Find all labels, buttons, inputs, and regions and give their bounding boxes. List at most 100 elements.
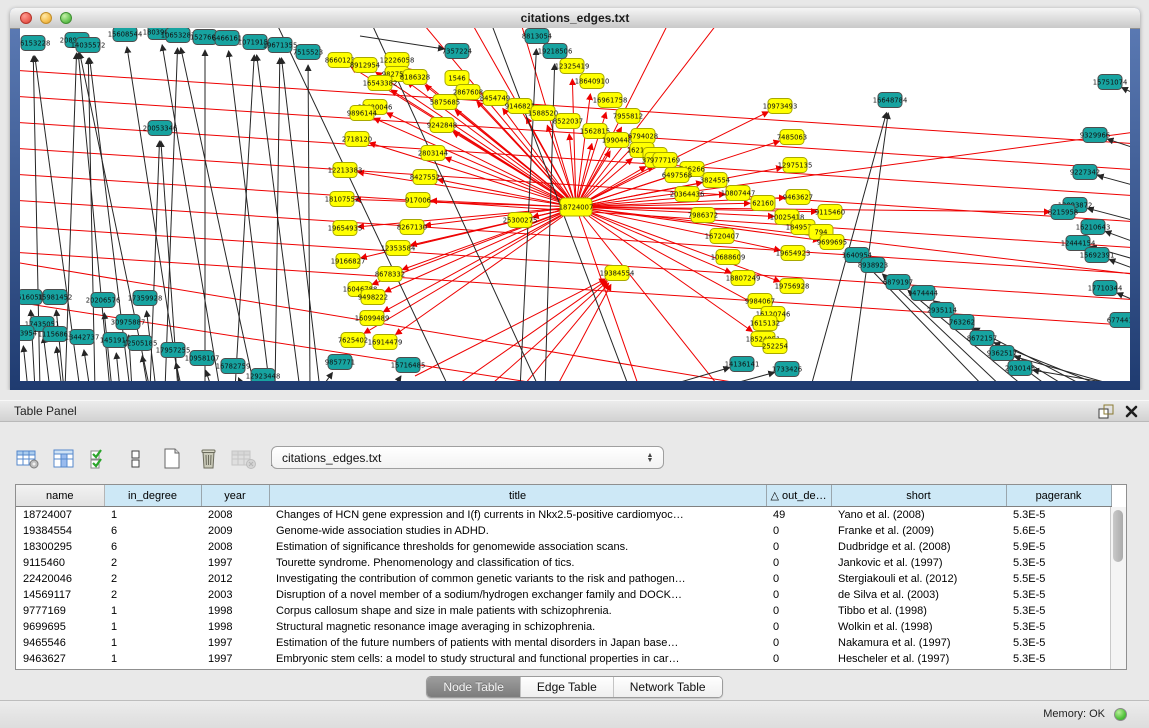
table-settings-icon[interactable] (14, 446, 41, 472)
tab-network-table[interactable]: Network Table (613, 677, 722, 697)
graph-node[interactable]: 30975887 (111, 315, 146, 330)
graph-node[interactable]: 8215958 (1048, 205, 1078, 220)
panel-splitter[interactable] (0, 390, 1149, 400)
graph-node[interactable]: 16720407 (705, 229, 740, 244)
graph-node[interactable]: 16543382 (363, 76, 398, 91)
table-row[interactable]: 946554611997Estimation of the future num… (16, 635, 1111, 651)
graph-node[interactable]: 13442737 (65, 330, 100, 345)
graph-node[interactable]: 9699695 (817, 235, 847, 250)
graph-node[interactable]: 7515523 (293, 45, 323, 60)
graph-node[interactable]: 1733426 (772, 362, 802, 377)
graph-node[interactable]: 18640910 (575, 74, 610, 89)
table-row[interactable]: 911546021997Tourette syndrome. Phenomeno… (16, 555, 1111, 571)
graph-node[interactable]: 8427552 (410, 170, 440, 185)
graph-node[interactable]: 7625402 (338, 333, 368, 348)
graph-node[interactable]: 19218506 (538, 44, 573, 59)
graph-node[interactable]: 16210643 (1076, 220, 1111, 235)
graph-node[interactable]: 2803144 (418, 146, 448, 161)
network-canvas[interactable]: 8660123891295412226058982750381863281654… (20, 28, 1130, 381)
graph-node[interactable]: 16153228 (20, 36, 50, 51)
graph-node[interactable]: 17359928 (128, 291, 163, 306)
graph-node[interactable]: 18724007 (559, 198, 594, 216)
graph-node[interactable]: 20364436 (670, 187, 705, 202)
graph-node[interactable]: 10973493 (763, 99, 798, 114)
graph-node[interactable]: 25300275 (503, 213, 538, 228)
graph-node[interactable]: 12505185 (123, 336, 158, 351)
graph-node[interactable]: 9115460 (815, 205, 845, 220)
graph-node[interactable]: 9242848 (427, 118, 457, 133)
rows-icon[interactable] (122, 446, 149, 472)
graph-node[interactable]: 10688609 (711, 250, 746, 265)
column-header-name[interactable]: name (16, 485, 104, 507)
graph-node[interactable]: 12975135 (778, 158, 813, 173)
graph-node[interactable]: 9329966 (1080, 128, 1110, 143)
graph-node[interactable]: 7485063 (777, 130, 807, 145)
graph-node[interactable]: 8912954 (350, 58, 380, 73)
graph-node[interactable]: 9362517 (987, 346, 1017, 361)
graph-node[interactable]: 917006 (405, 193, 431, 208)
graph-node[interactable]: 10958107 (185, 351, 220, 366)
graph-node[interactable]: 1615132 (750, 316, 780, 331)
column-header-title[interactable]: title (269, 485, 766, 507)
graph-node[interactable]: 15751074 (1093, 75, 1128, 90)
delete-column-icon[interactable] (194, 446, 221, 472)
graph-node[interactable]: 10807447 (721, 186, 756, 201)
graph-node[interactable]: 1546 (445, 71, 469, 86)
table-selector-dropdown[interactable]: citations_edges.txt ▲▼ (271, 446, 664, 469)
column-header-pagerank[interactable]: pagerank (1006, 485, 1111, 507)
tab-node-table[interactable]: Node Table (427, 677, 520, 697)
graph-node[interactable]: 6794028 (628, 129, 658, 144)
graph-node[interactable]: 19756928 (775, 279, 810, 294)
graph-node[interactable]: 14035572 (71, 38, 106, 53)
column-header-in_degree[interactable]: in_degree (104, 485, 201, 507)
graph-node[interactable]: 5875685 (430, 95, 460, 110)
graph-node[interactable]: 3824554 (700, 173, 730, 188)
table-row[interactable]: 2242004622012Investigating the contribut… (16, 571, 1111, 587)
graph-node[interactable]: 9857771 (325, 355, 355, 370)
graph-node[interactable]: 2030145 (1005, 361, 1035, 376)
graph-node[interactable]: 8938923 (858, 258, 888, 273)
graph-node[interactable]: 20053346 (143, 121, 178, 136)
graph-node[interactable]: 62160 (751, 196, 775, 211)
graph-node[interactable]: 8186328 (400, 70, 430, 85)
graph-node[interactable]: 9777169 (650, 153, 680, 168)
graph-node[interactable]: 2867608 (453, 85, 483, 100)
graph-node[interactable]: 252254 (762, 339, 788, 354)
graph-node[interactable]: 12213383 (328, 163, 363, 178)
graph-node[interactable]: 16648784 (873, 93, 908, 108)
graph-node[interactable]: 12353584 (381, 241, 416, 256)
graph-node[interactable]: 19654923 (776, 246, 811, 261)
table-row[interactable]: 1830029562008Estimation of significance … (16, 539, 1111, 555)
graph-node[interactable]: 18107552 (325, 192, 360, 207)
graph-node[interactable]: 16961758 (593, 93, 628, 108)
graph-node[interactable]: 15716485 (391, 358, 426, 373)
graph-node[interactable]: 763262 (949, 315, 975, 330)
graph-node[interactable]: 7986372 (688, 208, 718, 223)
column-header-out_de[interactable]: △ out_de… (766, 485, 831, 507)
graph-node[interactable]: 9227342 (1070, 165, 1100, 180)
graph-node[interactable]: 15981452 (38, 290, 73, 305)
graph-node[interactable]: 15608544 (108, 28, 143, 42)
graph-node[interactable]: 7357224 (442, 44, 472, 59)
graph-node[interactable]: 18807249 (726, 271, 761, 286)
graph-node[interactable]: 16099489 (355, 311, 390, 326)
graph-node[interactable]: 19166827 (331, 254, 366, 269)
window-titlebar[interactable]: citations_edges.txt (10, 8, 1140, 29)
table-row[interactable]: 969969511998Structural magnetic resonanc… (16, 619, 1111, 635)
table-row[interactable]: 946362711997Embryonic stem cells: a mode… (16, 651, 1111, 667)
graph-node[interactable]: 9896144 (347, 106, 377, 121)
graph-node[interactable]: 16782759 (216, 359, 251, 374)
close-panel-icon[interactable] (1124, 404, 1139, 419)
float-panel-icon[interactable] (1097, 403, 1114, 420)
graph-node[interactable]: 8522037 (553, 114, 583, 129)
graph-node[interactable]: 9474444 (908, 286, 938, 301)
graph-node[interactable]: 17710344 (1088, 281, 1123, 296)
column-select-icon[interactable] (50, 446, 77, 472)
graph-node[interactable]: 14136141 (725, 357, 760, 372)
graph-node[interactable]: 19384554 (600, 266, 635, 281)
graph-node[interactable]: 2718120 (342, 132, 372, 147)
table-row[interactable]: 977716911998Corpus callosum shape and si… (16, 603, 1111, 619)
graph-node[interactable]: 16914479 (368, 335, 403, 350)
column-header-year[interactable]: year (201, 485, 269, 507)
graph-node[interactable]: 8678332 (375, 267, 405, 282)
